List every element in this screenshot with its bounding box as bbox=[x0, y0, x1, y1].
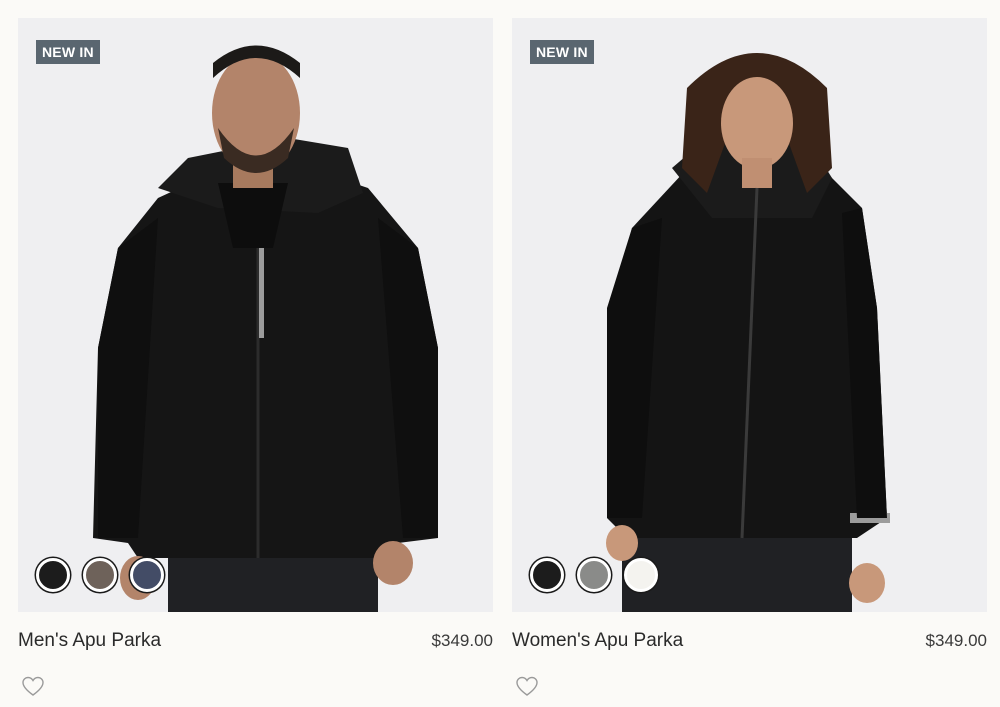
new-in-badge: NEW IN bbox=[530, 40, 594, 64]
swatch-white[interactable] bbox=[624, 558, 658, 592]
color-swatches bbox=[530, 558, 658, 592]
new-in-badge: NEW IN bbox=[36, 40, 100, 64]
swatch-black[interactable] bbox=[36, 558, 70, 592]
color-swatches bbox=[36, 558, 164, 592]
swatch-brown[interactable] bbox=[83, 558, 117, 592]
product-name[interactable]: Men's Apu Parka bbox=[18, 630, 161, 652]
swatch-black[interactable] bbox=[530, 558, 564, 592]
heart-icon[interactable] bbox=[20, 673, 46, 699]
swatch-navy[interactable] bbox=[130, 558, 164, 592]
product-card-mens-apu-parka[interactable]: NEW IN Men's Apu Parka $349.00 bbox=[18, 18, 493, 698]
product-grid: NEW IN Men's Apu Parka $349.00 NEW IN Wo… bbox=[18, 18, 987, 698]
product-image[interactable]: NEW IN bbox=[18, 18, 493, 612]
swatch-grey[interactable] bbox=[577, 558, 611, 592]
product-image[interactable]: NEW IN bbox=[512, 18, 987, 612]
product-info: Men's Apu Parka $349.00 bbox=[18, 630, 493, 652]
product-photo bbox=[512, 18, 987, 612]
product-photo bbox=[18, 18, 493, 612]
product-price: $349.00 bbox=[431, 631, 493, 650]
heart-icon[interactable] bbox=[514, 673, 540, 699]
product-name[interactable]: Women's Apu Parka bbox=[512, 630, 683, 652]
product-card-womens-apu-parka[interactable]: NEW IN Women's Apu Parka $349.00 bbox=[512, 18, 987, 698]
product-price: $349.00 bbox=[925, 631, 987, 650]
product-info: Women's Apu Parka $349.00 bbox=[512, 630, 987, 652]
